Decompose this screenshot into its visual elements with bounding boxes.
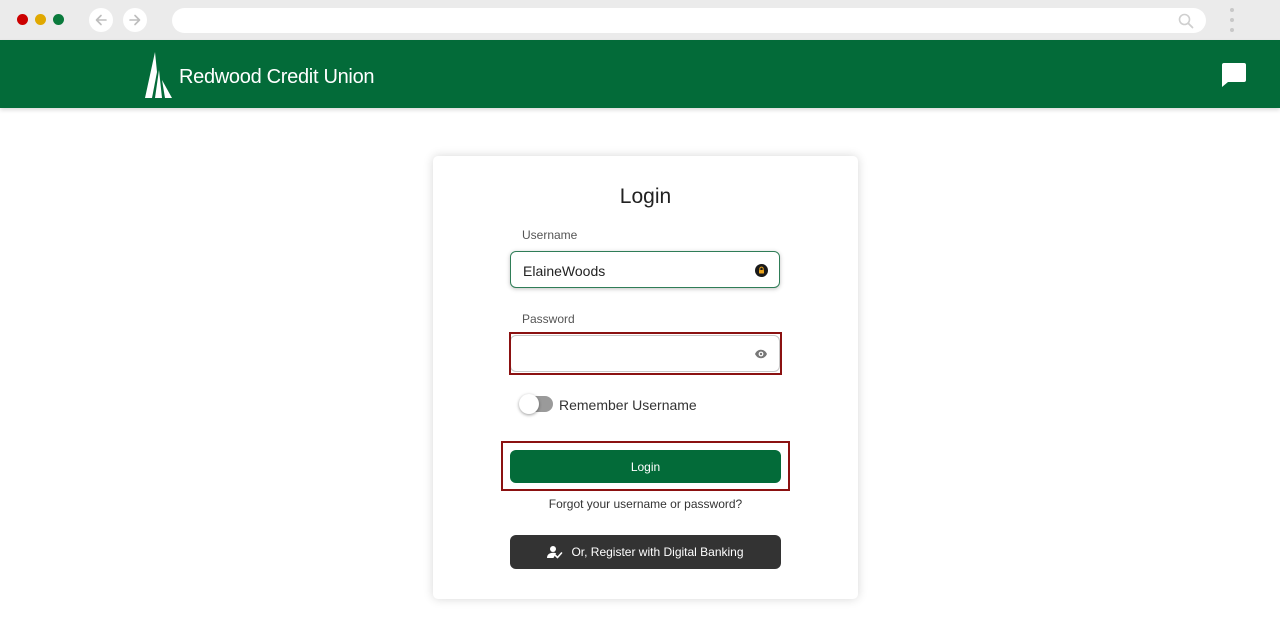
- site-header: Redwood Credit Union: [0, 40, 1280, 108]
- arrow-right-icon: [129, 14, 141, 26]
- toggle-knob: [519, 394, 539, 414]
- brand-name: Redwood Credit Union: [179, 65, 375, 88]
- forward-button[interactable]: [123, 8, 147, 32]
- register-digital-banking-button[interactable]: Or, Register with Digital Banking: [510, 535, 781, 569]
- brand-logo[interactable]: Redwood Credit Union: [145, 52, 375, 98]
- close-window-dot[interactable]: [17, 14, 28, 25]
- redwood-tree-icon: [145, 52, 172, 98]
- username-value: ElaineWoods: [523, 263, 606, 279]
- password-label: Password: [522, 312, 575, 326]
- register-button-label: Or, Register with Digital Banking: [571, 545, 744, 559]
- login-button-highlight-box: [501, 441, 790, 491]
- username-label: Username: [522, 228, 578, 242]
- login-title: Login: [619, 185, 672, 208]
- browser-chrome: [0, 0, 1280, 40]
- arrow-left-icon: [95, 14, 107, 26]
- chat-icon[interactable]: [1219, 61, 1247, 89]
- username-input[interactable]: ElaineWoods: [510, 251, 780, 288]
- user-check-icon: [547, 546, 563, 559]
- page: Redwood Credit Union Login Username Elai…: [0, 40, 1280, 620]
- browser-menu-icon[interactable]: [1228, 8, 1236, 32]
- minimize-window-dot[interactable]: [35, 14, 46, 25]
- maximize-window-dot[interactable]: [53, 14, 64, 25]
- forgot-credentials-link[interactable]: Forgot your username or password?: [433, 497, 858, 511]
- remember-username-toggle[interactable]: [519, 394, 553, 414]
- login-card: Login Username ElaineWoods Password Reme…: [433, 156, 858, 599]
- password-manager-icon[interactable]: [755, 264, 768, 277]
- back-button[interactable]: [89, 8, 113, 32]
- remember-username-label[interactable]: Remember Username: [559, 397, 697, 413]
- password-highlight-box: [509, 332, 782, 375]
- address-bar[interactable]: [172, 8, 1206, 33]
- search-icon: [1178, 13, 1194, 29]
